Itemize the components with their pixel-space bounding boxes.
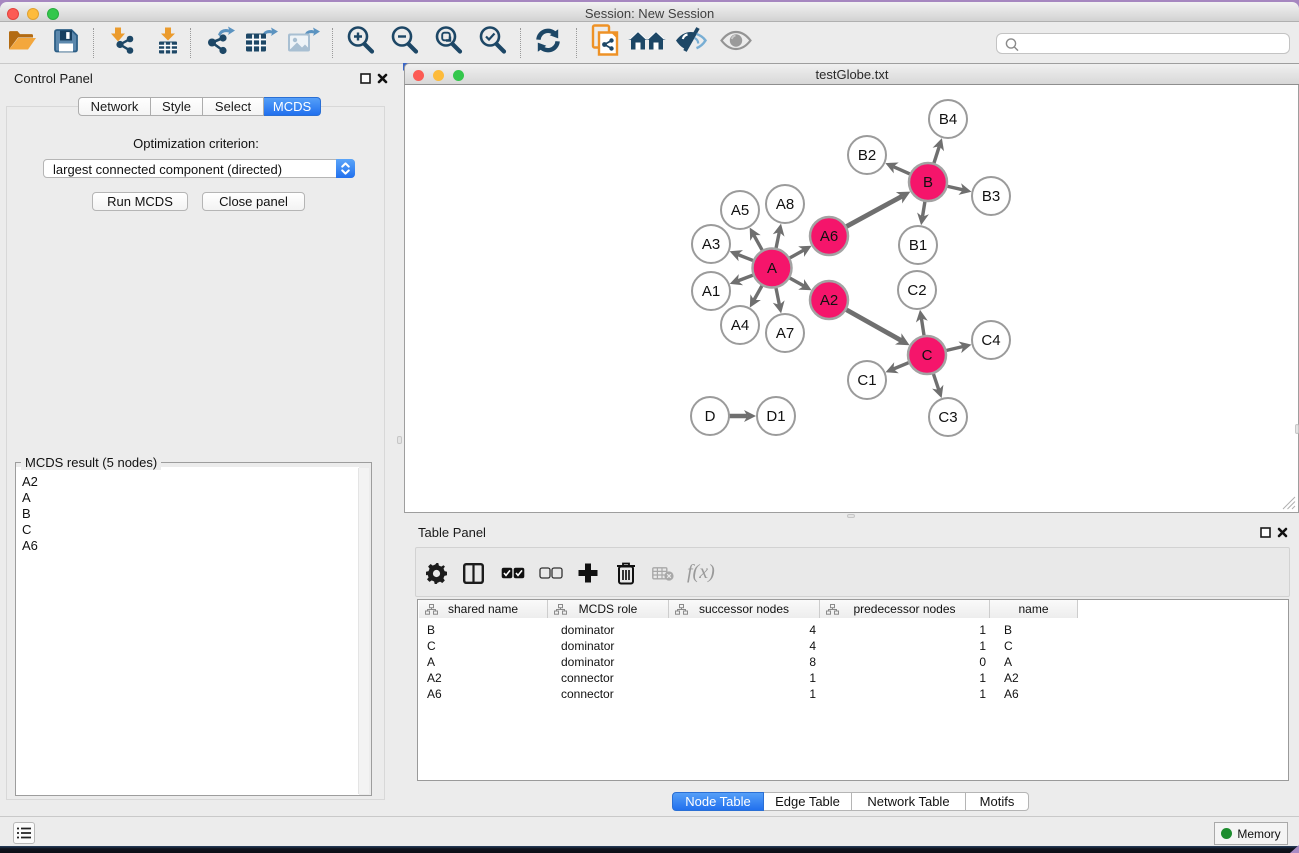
svg-text:B4: B4: [939, 111, 957, 128]
svg-text:A8: A8: [776, 196, 794, 213]
svg-text:A2: A2: [820, 292, 838, 309]
svg-text:C1: C1: [857, 372, 876, 389]
svg-text:B3: B3: [982, 188, 1000, 205]
svg-text:A4: A4: [731, 317, 749, 334]
svg-text:A5: A5: [731, 202, 749, 219]
svg-text:A7: A7: [776, 325, 794, 342]
svg-text:A3: A3: [702, 236, 720, 253]
svg-text:A: A: [767, 260, 777, 277]
svg-text:C4: C4: [981, 332, 1000, 349]
svg-text:A6: A6: [820, 228, 838, 245]
svg-text:C: C: [922, 347, 933, 364]
svg-text:D: D: [705, 408, 716, 425]
svg-text:B2: B2: [858, 147, 876, 164]
svg-text:A1: A1: [702, 283, 720, 300]
svg-text:C2: C2: [907, 282, 926, 299]
svg-text:D1: D1: [766, 408, 785, 425]
svg-text:B1: B1: [909, 237, 927, 254]
svg-text:B: B: [923, 174, 933, 191]
svg-text:C3: C3: [938, 409, 957, 426]
